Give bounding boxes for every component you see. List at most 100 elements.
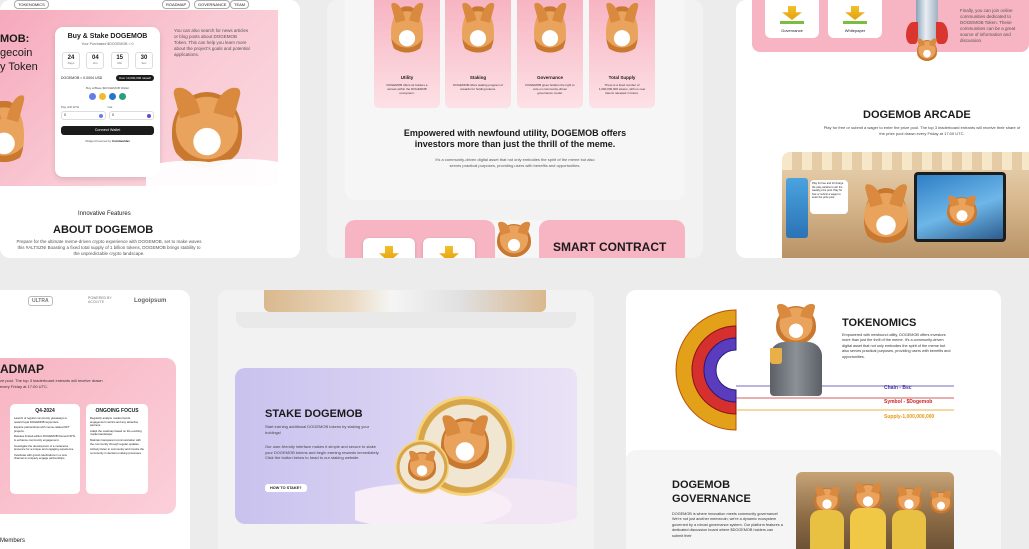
countdown-days: 24 Days [62, 52, 80, 69]
card-title: Utility [400, 75, 414, 80]
rocket-fin-left [906, 22, 918, 44]
ring-chart [675, 309, 737, 431]
get-label: Get [107, 105, 113, 109]
card-title: Governance [536, 75, 563, 80]
connect-wallet-button[interactable]: Connect Wallet [61, 126, 154, 135]
buy-with-label: Buy w/Base $DOGEMOB Wallet [85, 86, 130, 90]
shiba-rocket-icon [917, 40, 937, 62]
shiba-governance-icon [534, 6, 566, 58]
coin-icon [147, 114, 151, 118]
card-staking: Staking DOGEMOB offers staking program o… [445, 0, 511, 108]
shiba-suit-icon [766, 306, 826, 398]
roadmap-item: Celebrate with grand celebrations in a n… [14, 452, 67, 461]
robe [850, 508, 886, 549]
hero-line-2: gecoin [0, 47, 33, 59]
nav-governance[interactable]: GOVERNANCE [194, 0, 231, 9]
panel-arcade: Governance Whitepaper Finally, you can j… [736, 0, 1029, 258]
tokenomics-text: Empowered with newfound utility, DOGEMOB… [842, 333, 951, 359]
card-text: DOGEMOB gives holders the right to vote … [525, 83, 575, 96]
roadmap-text: ze pool. The top 3 leaderboard entrants … [0, 378, 103, 389]
speech-bubble: Play for free and 10 charge the play-win… [810, 180, 848, 214]
governance-title-1: DOGEMOB [672, 479, 731, 491]
cloud [146, 148, 278, 186]
bnb-icon[interactable] [99, 93, 106, 100]
ultra-logo: ULTRA [28, 296, 53, 306]
pay-input[interactable]: 0 [61, 111, 106, 120]
roadmap-title: ADMAP [0, 362, 44, 376]
eth-icon[interactable] [89, 93, 96, 100]
widget-subtitle: Your Purchased $DOGEMOB = 0 [81, 42, 134, 46]
hero-heading: MOB: gecoin y Token [0, 32, 38, 74]
governance-link-card[interactable]: Governance [765, 0, 819, 38]
roadmap-item: Actively listen to community and involve… [90, 447, 144, 455]
price-row: DOGEMOB = 0.0004 USD Over 10,000,000 rai… [55, 75, 160, 81]
card-title: Q4-2024 [35, 408, 55, 414]
card-total-supply: Total Supply There is a fixed number of … [589, 0, 655, 108]
how-to-stake-button[interactable]: HOW TO STAKE? [265, 484, 307, 492]
about-title: ABOUT DOGEMOB [53, 224, 154, 236]
download-card-2[interactable] [423, 238, 475, 258]
legend-chain: Chain - Bsc [884, 385, 912, 391]
card-text: DOGEMOB offers its holders a access with… [386, 83, 428, 96]
whitepaper-link-label: Whitepaper [844, 28, 866, 33]
roadmap-section: ADMAP ze pool. The top 3 leaderboard ent… [0, 358, 176, 514]
stake-text-1: Start earning additional DOGEMOB tokens … [265, 424, 370, 435]
governance-title: DOGEMOB GOVERNANCE [672, 478, 751, 506]
legend-supply: Supply-1,000,000,000 [884, 414, 935, 420]
arcade-text: Play for free or submit a wager to enter… [823, 125, 1021, 136]
card-governance: Governance DOGEMOB gives holders the rig… [517, 0, 583, 108]
governance-section: DOGEMOB GOVERNANCE DOGEMOB is where inno… [626, 450, 1001, 549]
shiba-head [776, 306, 816, 346]
features-card: Utility DOGEMOB offers its holders a acc… [345, 0, 685, 200]
governance-image [796, 472, 954, 549]
shiba-supply-icon [606, 6, 638, 58]
countdown-unit: Hrs [92, 61, 98, 65]
countdown-unit: Sec [141, 61, 147, 65]
download-icon [439, 246, 459, 258]
about-text: Prepare for the ultimate meme-driven cry… [16, 239, 202, 256]
countdown-unit: Min [117, 61, 123, 65]
usdt-icon[interactable] [119, 93, 126, 100]
robe [892, 510, 926, 549]
features-subline: It's a community-driven digital asset th… [435, 157, 595, 168]
download-bar [780, 21, 804, 24]
countdown-seconds: 30 Sec [134, 52, 153, 69]
panel-features: Utility DOGEMOB offers its holders a acc… [327, 0, 703, 258]
usdc-icon[interactable] [109, 93, 116, 100]
card-text: There is a fixed number of 1,000,000,000… [598, 83, 646, 96]
roadmap-card-ongoing: ONGOING FOCUS Regularly analyze market t… [86, 404, 148, 494]
countdown: 24 Days 04 Hrs 15 Min 30 Sec [55, 52, 160, 69]
countdown-unit: Days [67, 61, 75, 65]
price-text: DOGEMOB = 0.0004 USD [61, 76, 103, 80]
governance-text: DOGEMOB is where innovation meets commun… [672, 512, 783, 538]
tokenomics-title: TOKENOMICS [842, 317, 917, 329]
card-utility: Utility DOGEMOB offers its holders a acc… [374, 0, 440, 108]
pay-get-labels: Pay with ETH Get [55, 105, 160, 109]
pay-label: Pay with ETH [61, 105, 80, 109]
top-strip-base [236, 312, 576, 328]
shiba-robe-icon [930, 492, 952, 514]
buy-widget: Buy & Stake DOGEMOB Your Purchased $DOGE… [55, 27, 160, 177]
nav-team[interactable]: TEAM [230, 0, 250, 9]
top-nav: TOKENOMICS ROADMAP GOVERNANCE TEAM [14, 0, 294, 10]
get-input[interactable]: 0 [109, 111, 154, 120]
nav-tokenomics[interactable]: TOKENOMICS [14, 0, 49, 9]
download-card-1[interactable] [363, 238, 415, 258]
arcade-machine-left [786, 178, 808, 238]
smart-contract-section: SMART CONTRACT [345, 220, 685, 258]
shiba-utility-icon [391, 6, 423, 58]
eth-icon [99, 114, 103, 118]
smart-contract-pink [345, 220, 495, 258]
hero-line-1: MOB: [0, 33, 30, 45]
card-title: ONGOING FOCUS [95, 408, 139, 414]
whitepaper-link-card[interactable]: Whitepaper [828, 0, 882, 38]
countdown-hours: 04 Hrs [86, 52, 105, 69]
card-title: Staking [469, 75, 487, 80]
nav-roadmap[interactable]: ROADMAP [162, 0, 191, 9]
roadmap-card-q4: Q4-2024 Launch of regular community give… [10, 404, 80, 494]
panel-roadmap: ULTRA POWERED BY ACOLYTE Logoipsum ADMAP… [0, 290, 190, 549]
panel-buy-stake: TOKENOMICS ROADMAP GOVERNANCE TEAM MOB: … [0, 0, 300, 258]
panel-tokenomics: TOKENOMICS Empowered with newfound utili… [626, 290, 1001, 549]
powered-brand: Coinmerider [112, 139, 130, 143]
price-badge: Over 10,000,000 raised! [115, 75, 154, 81]
